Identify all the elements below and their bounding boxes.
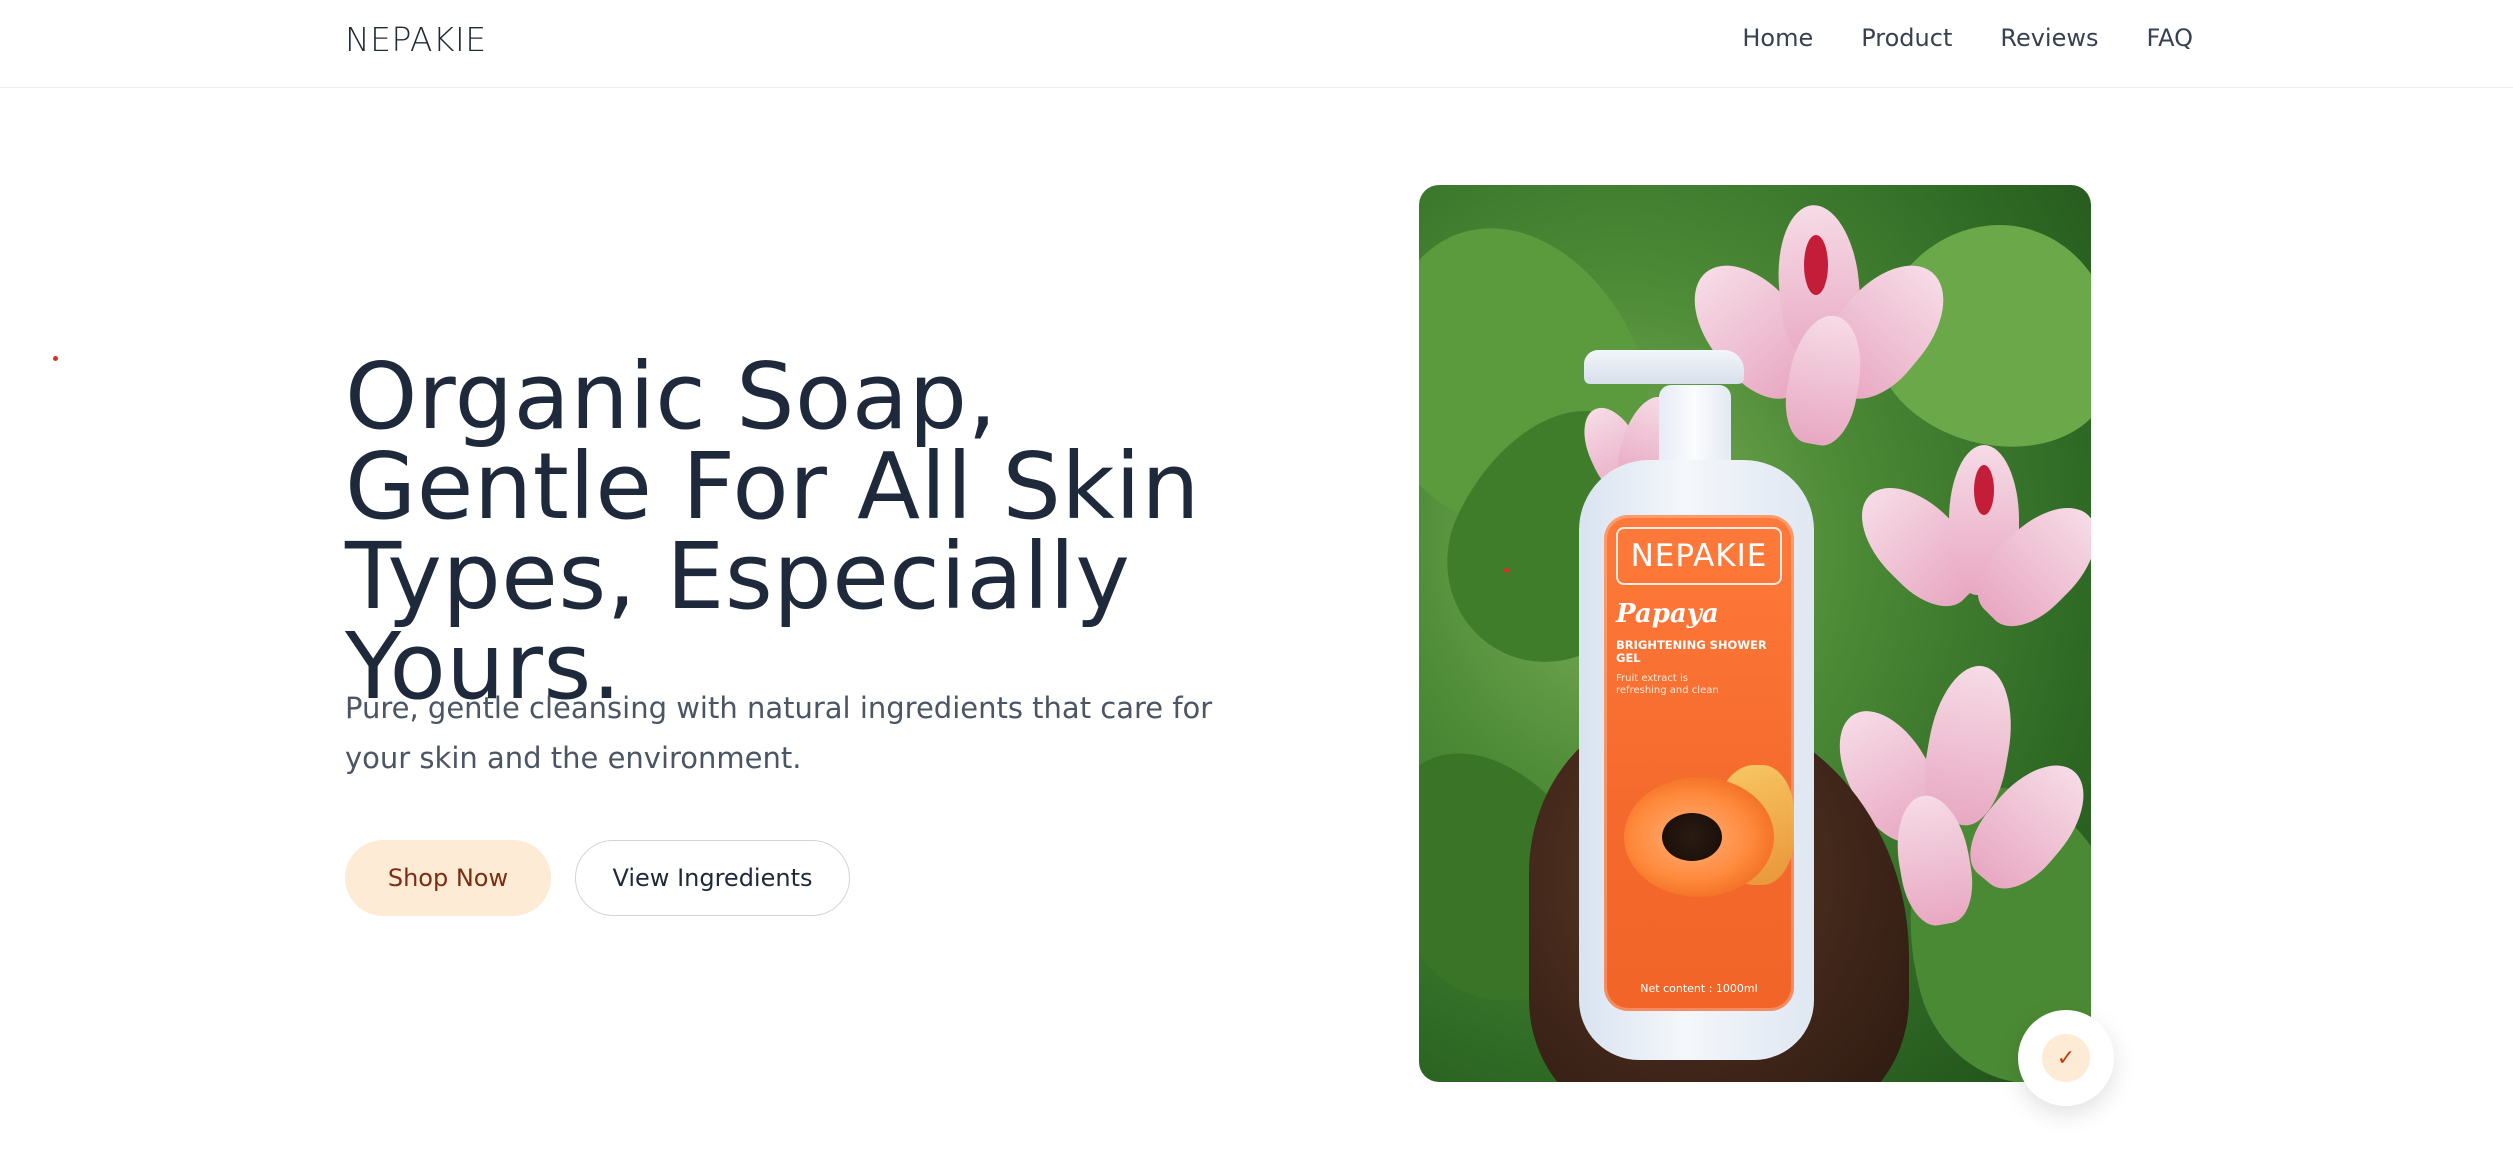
- brand-logo[interactable]: NEPAKIE: [345, 20, 487, 59]
- papaya-half: [1624, 777, 1774, 897]
- nav-faq[interactable]: FAQ: [2147, 24, 2194, 52]
- navbar: NEPAKIE Home Product Reviews FAQ: [0, 0, 2513, 88]
- bottle-label: NEPAKIE Papaya BRIGHTENING SHOWER GEL Fr…: [1604, 515, 1794, 1011]
- nav-home[interactable]: Home: [1742, 24, 1813, 52]
- label-brand: NEPAKIE: [1616, 527, 1782, 585]
- hero-subtitle: Pure, gentle cleansing with natural ingr…: [345, 691, 1213, 775]
- cursor-dot: [53, 356, 58, 361]
- nav-links: Home Product Reviews FAQ: [1694, 24, 2193, 52]
- nav-product[interactable]: Product: [1861, 24, 1952, 52]
- label-net-content: Net content : 1000ml: [1640, 982, 1758, 995]
- product-image: NEPAKIE Papaya BRIGHTENING SHOWER GEL Fr…: [1419, 185, 2091, 1082]
- cursor-dot: [1504, 568, 1509, 573]
- nav-reviews[interactable]: Reviews: [2000, 24, 2098, 52]
- hero-title: Organic Soap, Gentle For All Skin Types,…: [345, 343, 1201, 720]
- bottle-pump: [1584, 350, 1744, 384]
- papaya-seeds: [1662, 813, 1722, 861]
- shop-now-button[interactable]: Shop Now: [345, 840, 551, 916]
- label-flavor: Papaya: [1616, 599, 1719, 629]
- label-description: Fruit extract is refreshing and clean: [1616, 673, 1719, 696]
- check-badge: ✓: [2018, 1010, 2114, 1106]
- view-ingredients-button[interactable]: View Ingredients: [575, 840, 850, 916]
- label-type: BRIGHTENING SHOWER GEL: [1616, 638, 1767, 665]
- check-icon: ✓: [2042, 1034, 2090, 1082]
